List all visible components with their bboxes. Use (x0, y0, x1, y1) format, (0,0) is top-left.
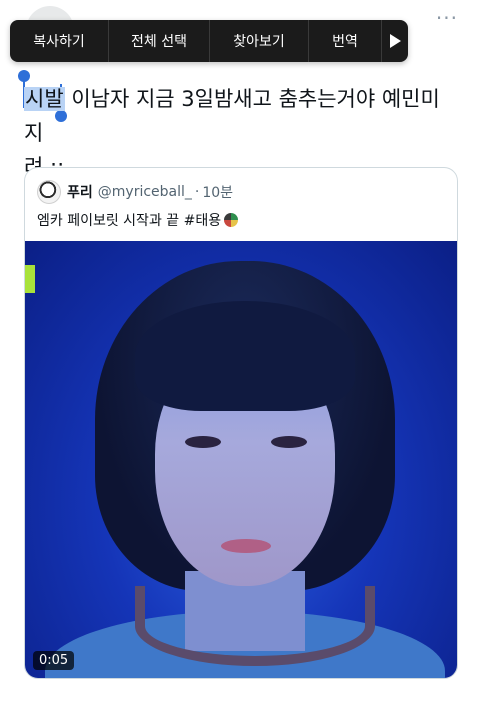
video-player[interactable]: 0:05 (25, 241, 457, 678)
quoted-user-name[interactable]: 푸리 (67, 182, 93, 202)
broadcast-badge (25, 265, 35, 293)
video-subject-lips (221, 539, 271, 553)
tweet-text-line1: 이남자 지금 3일밤새고 춤추는거야 예민미 지 (24, 87, 440, 145)
video-subject-left-eye (185, 436, 221, 448)
quoted-tweet-text-content: 엠카 페이보릿 시작과 끝 #태용 (37, 213, 222, 229)
video-subject-fringe (135, 301, 355, 411)
tweet-screen: ··· 복사하기 전체 선택 찾아보기 번역 시발 이남자 지금 3일밤새고 춤… (0, 0, 480, 704)
select-all-menu-item[interactable]: 전체 선택 (109, 20, 210, 62)
quoted-tweet-header: 푸리 @myriceball_ · 10분 (37, 180, 233, 204)
selected-text[interactable]: 시발 (24, 87, 65, 111)
text-selection-menu: 복사하기 전체 선택 찾아보기 번역 (10, 20, 408, 62)
separator-dot: · (194, 184, 200, 200)
video-subject-necklace (135, 586, 375, 666)
more-options-icon[interactable]: ··· (436, 6, 458, 30)
video-timer: 0:05 (33, 651, 75, 670)
nct-badge-icon (224, 213, 239, 227)
translate-menu-item[interactable]: 번역 (309, 20, 382, 62)
quoted-user-handle[interactable]: @myriceball_ (98, 184, 192, 200)
video-subject-right-eye (271, 436, 307, 448)
quoted-tweet-text: 엠카 페이보릿 시작과 끝 #태용 (37, 210, 239, 230)
quoted-tweet-card[interactable]: 푸리 @myriceball_ · 10분 엠카 페이보릿 시작과 끝 #태용 … (24, 167, 458, 679)
more-actions-button[interactable] (382, 20, 408, 62)
look-up-menu-item[interactable]: 찾아보기 (210, 20, 309, 62)
copy-menu-item[interactable]: 복사하기 (10, 20, 109, 62)
quoted-user-avatar[interactable] (37, 180, 61, 204)
play-arrow-icon (390, 34, 401, 48)
quoted-tweet-time: 10분 (202, 185, 234, 201)
